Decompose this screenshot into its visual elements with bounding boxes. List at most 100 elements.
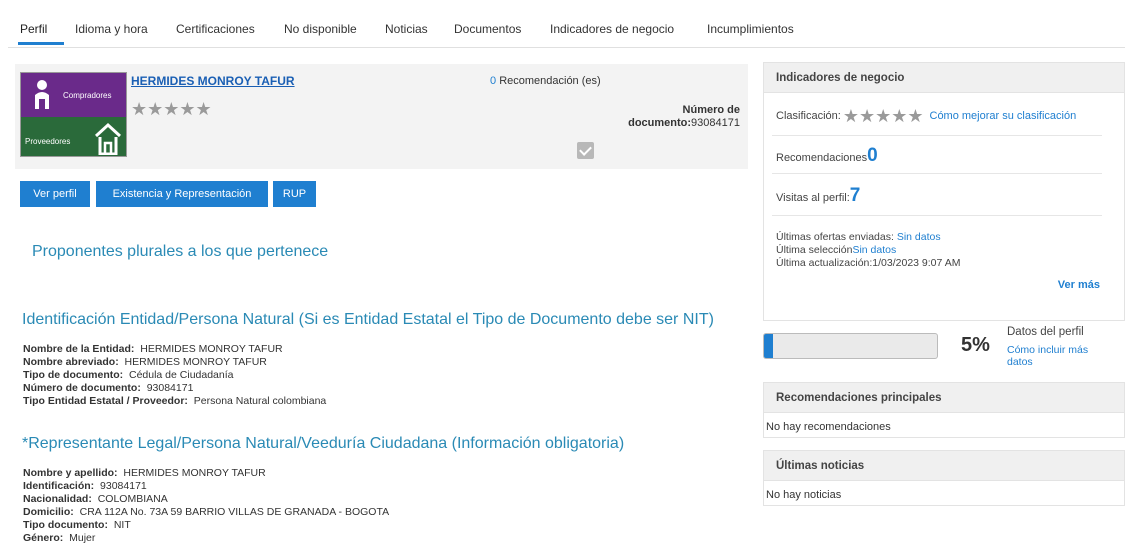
field-key: Género: [23,532,64,544]
document-label-line1: Número de [682,104,740,116]
profile-progress-fill [764,334,773,358]
clasificacion-row: Clasificación: ★★★★★ Cómo mejorar su clasi… [776,107,1076,125]
activity-summary: Últimas ofertas enviadas: Sin datos Últi… [776,231,960,270]
identificacion-field: Número de documento: 93084171 [23,382,193,395]
field-value: 93084171 [146,382,194,394]
tab-perfil[interactable]: Perfil [20,22,47,36]
identificacion-field: Nombre de la Entidad: HERMIDES MONROY TA… [23,343,283,356]
tab-idioma-hora[interactable]: Idioma y hora [75,22,148,36]
indicadores-panel: Indicadores de negocio Clasificación: ★★★… [763,62,1125,321]
ver-mas-link[interactable]: Ver más [1058,279,1100,291]
mejorar-clasificacion-link[interactable]: Cómo mejorar su clasificación [930,110,1077,122]
person-icon [35,80,49,109]
recommendation-number: 0 [490,75,497,87]
field-value: HERMIDES MONROY TAFUR [123,467,266,479]
rup-button[interactable]: RUP [273,181,316,207]
perfil-data-label: Datos del perfil [1007,326,1084,338]
divider [772,173,1102,174]
field-key: Nombre abreviado: [23,356,119,368]
representante-field: Domicilio: CRA 112A No. 73A 59 BARRIO VI… [23,506,389,519]
representante-field: Género: Mujer [23,532,95,545]
divider [772,135,1102,136]
clasificacion-stars: ★★★★★ [843,107,924,125]
house-icon [95,122,121,155]
identificacion-heading: Identificación Entidad/Persona Natural (… [22,311,714,328]
field-key: Nombre y apellido: [23,467,118,479]
recomendaciones-value: 0 [867,145,878,166]
field-key: Tipo de documento: [23,369,124,381]
entity-name-link[interactable]: HERMIDES MONROY TAFUR [131,74,295,88]
field-value: HERMIDES MONROY TAFUR [140,343,283,355]
field-key: Tipo Entidad Estatal / Proveedor: [23,395,188,407]
active-tab-indicator [18,42,64,45]
ver-perfil-button[interactable]: Ver perfil [20,181,90,207]
incluir-datos-link[interactable]: Cómo incluir más datos [1007,344,1107,368]
entity-logo: Compradores Proveedores [20,72,127,157]
field-value: NIT [113,519,131,531]
document-number-block: Número de documento:93084171 [628,104,740,130]
recommendation-count: 0 Recomendación (es) [490,75,601,87]
document-number: 93084171 [691,117,740,129]
proponentes-heading: Proponentes plurales a los que pertenece [32,243,329,260]
field-key: Tipo documento: [23,519,108,531]
tab-documentos[interactable]: Documentos [454,22,521,36]
profile-progress-bar [763,333,938,359]
divider [772,215,1102,216]
representante-field: Nacionalidad: COLOMBIANA [23,493,168,506]
actualizacion-value: 1/03/2023 9:07 AM [872,257,961,269]
identificacion-field: Tipo Entidad Estatal / Proveedor: Person… [23,395,326,408]
ofertas-value: Sin datos [896,231,941,243]
existencia-representacion-button[interactable]: Existencia y Representación [96,181,268,207]
field-key: Domicilio: [23,506,74,518]
field-value: Persona Natural colombiana [193,395,327,407]
field-key: Identificación: [23,480,95,492]
identificacion-field: Nombre abreviado: HERMIDES MONROY TAFUR [23,356,267,369]
field-value: Mujer [69,532,96,544]
tab-no-disponible[interactable]: No disponible [284,22,357,36]
identificacion-field: Tipo de documento: Cédula de Ciudadanía [23,369,233,382]
document-label-line2: documento: [628,117,692,129]
representante-field: Nombre y apellido: HERMIDES MONROY TAFUR [23,467,266,480]
field-value: COLOMBIANA [97,493,168,505]
field-key: Número de documento: [23,382,141,394]
visitas-value: 7 [849,185,861,206]
visitas-label: Visitas al perfil: [776,192,850,204]
tab-noticias[interactable]: Noticias [385,22,428,36]
recomendaciones-label: Recomendaciones [776,152,868,164]
ultimas-noticias-panel: Últimas noticias No hay noticias [763,450,1125,506]
recomendaciones-row: Recomendaciones0 [776,145,878,167]
field-key: Nacionalidad: [23,493,92,505]
logo-proveedores-band: Proveedores [21,117,126,156]
field-key: Nombre de la Entidad: [23,343,135,355]
field-value: Cédula de Ciudadanía [128,369,234,381]
tab-indicadores-negocio[interactable]: Indicadores de negocio [550,22,674,36]
profile-header: Compradores Proveedores HERMIDES MONROY … [15,64,748,169]
profile-rating-stars: ★★★★★ [131,100,212,118]
ultimas-noticias-body: No hay noticias [766,489,842,501]
verified-check-icon [577,142,594,159]
logo-compradores-text: Compradores [63,91,112,100]
indicadores-title: Indicadores de negocio [764,63,1124,93]
clasificacion-label: Clasificación: [776,109,841,122]
logo-compradores-band: Compradores [21,73,126,117]
representante-field: Tipo documento: NIT [23,519,131,532]
tab-incumplimientos[interactable]: Incumplimientos [707,22,794,36]
ultimas-noticias-title: Últimas noticias [764,451,1124,481]
field-value: CRA 112A No. 73A 59 BARRIO VILLAS DE GRA… [79,506,390,518]
representante-field: Identificación: 93084171 [23,480,147,493]
logo-proveedores-text: Proveedores [25,137,71,146]
star-icon: ★★★★★ [842,106,924,126]
seleccion-label: Última selección [776,244,853,256]
star-icon: ★★★★★ [131,99,212,119]
recomendaciones-principales-body: No hay recomendaciones [766,421,891,433]
field-value: HERMIDES MONROY TAFUR [124,356,267,368]
tab-bar: Perfil Idioma y hora Certificaciones No … [8,0,1125,48]
visitas-row: Visitas al perfil:7 [776,185,860,207]
tab-certificaciones[interactable]: Certificaciones [176,22,255,36]
field-value: 93084171 [100,480,147,492]
actualizacion-label: Última actualización: [776,257,873,269]
recomendaciones-principales-title: Recomendaciones principales [764,383,1124,413]
profile-progress-percent: 5% [961,334,990,356]
representante-heading: *Representante Legal/Persona Natural/Vee… [22,435,625,452]
seleccion-value: Sin datos [852,244,897,256]
